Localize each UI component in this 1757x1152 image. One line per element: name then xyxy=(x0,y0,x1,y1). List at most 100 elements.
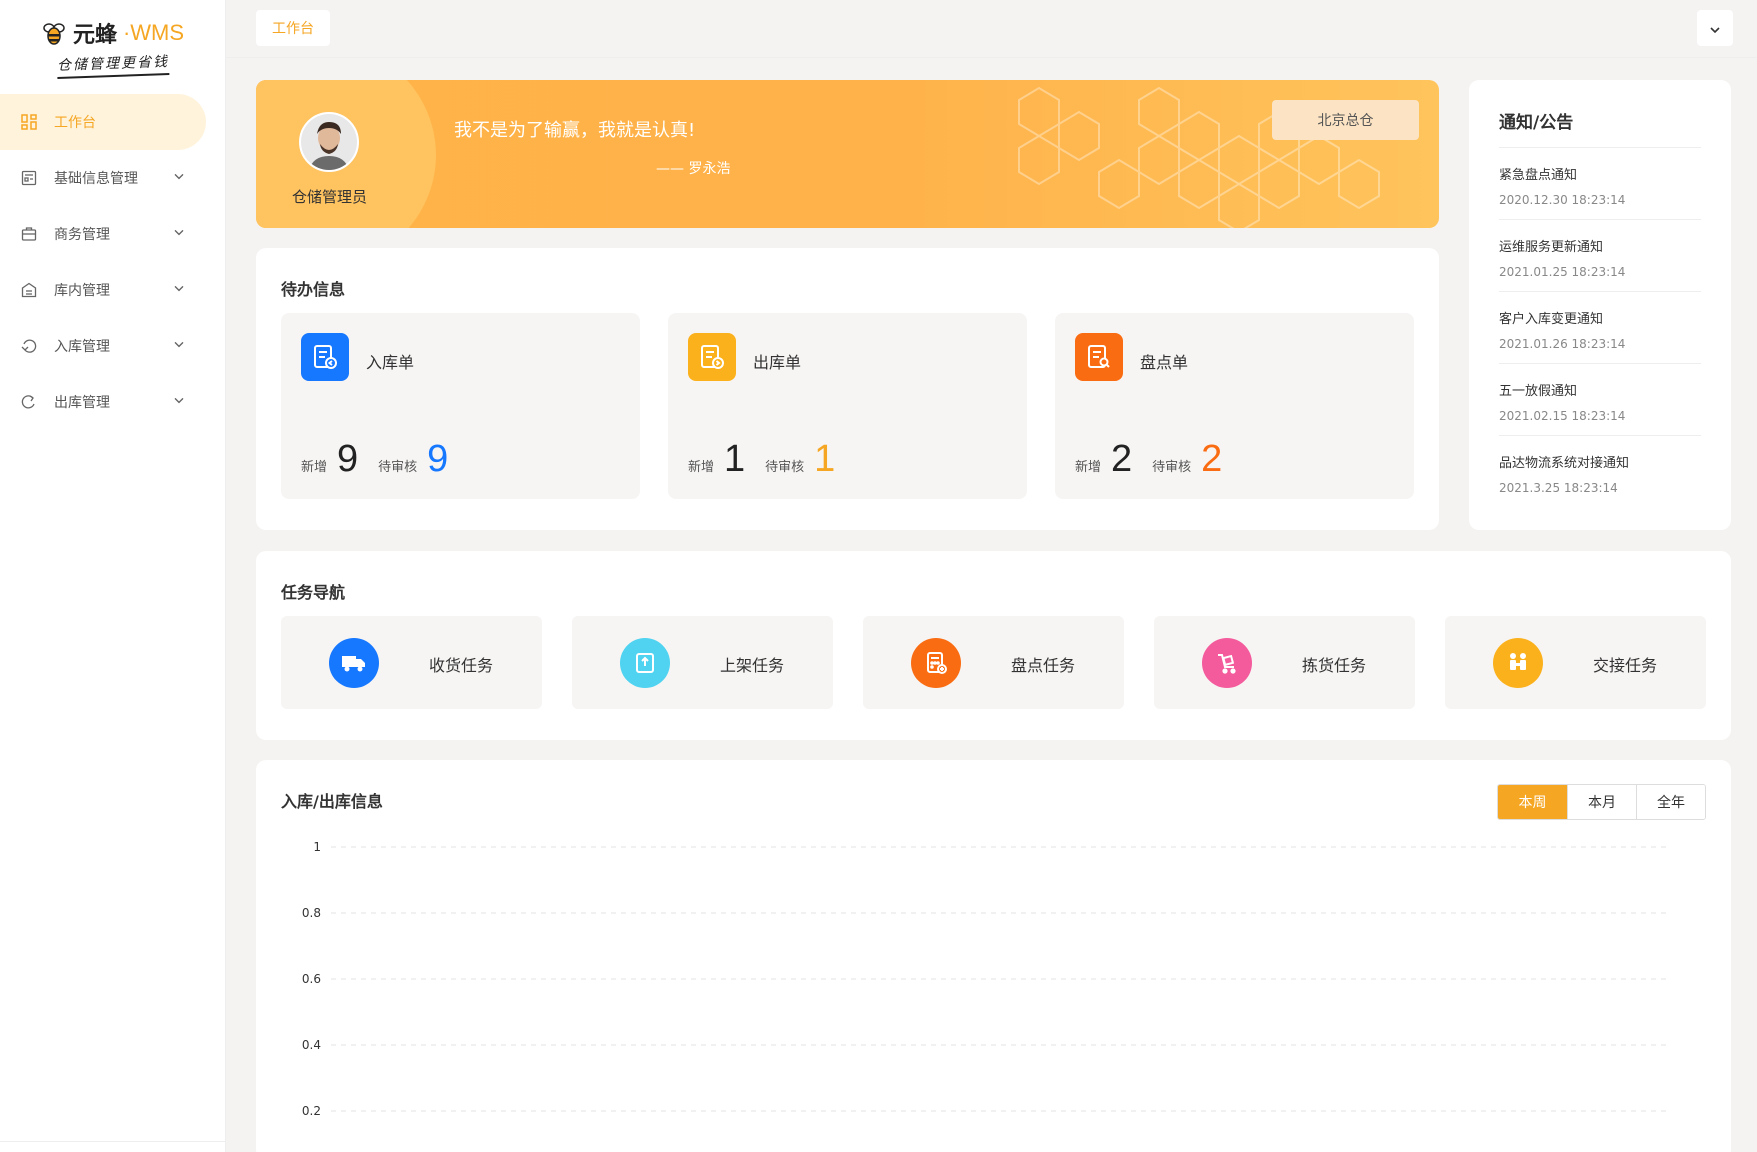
range-week-button[interactable]: 本周 xyxy=(1498,785,1567,819)
sidebar-item-label: 商务管理 xyxy=(54,227,110,243)
notice-item-time: 2021.3.25 18:23:14 xyxy=(1499,481,1618,495)
inbound-icon xyxy=(20,337,38,355)
warehouse-icon xyxy=(20,281,38,299)
y-tick-label: 0.4 xyxy=(302,1038,321,1052)
notice-item[interactable]: 品达物流系统对接通知 2021.3.25 18:23:14 xyxy=(1499,436,1701,507)
task-label: 上架任务 xyxy=(720,656,785,675)
sidebar-item-outbound[interactable]: 出库管理 xyxy=(0,374,225,430)
bee-logo-icon xyxy=(41,20,67,46)
task-label: 拣货任务 xyxy=(1302,656,1367,675)
new-label: 新增 xyxy=(688,460,715,475)
notice-item-title: 品达物流系统对接通知 xyxy=(1499,456,1630,471)
inout-title: 入库/出库信息 xyxy=(281,792,383,811)
task-nav-panel: 任务导航 收货任务 上架任务 盘点任务 拣货任务 交接任务 xyxy=(256,551,1731,740)
handover-icon xyxy=(1493,638,1543,688)
todo-title: 待办信息 xyxy=(281,280,346,299)
pending-label: 待审核 xyxy=(1152,460,1192,475)
sidebar-menu: 工作台 基础信息管理 商务管理 库内管理 入库管理 出库管理 xyxy=(0,94,225,430)
task-picking[interactable]: 拣货任务 xyxy=(1154,616,1415,709)
todo-panel: 待办信息 入库单 新增 9 待审核 9 出库单 新增 1 待审核 1 盘点单 新 xyxy=(256,248,1439,530)
notice-item-time: 2021.01.26 18:23:14 xyxy=(1499,337,1626,351)
dashboard-icon xyxy=(20,113,38,131)
notice-item-title: 运维服务更新通知 xyxy=(1499,240,1604,255)
outbound-icon xyxy=(20,393,38,411)
sidebar-item-basic-info[interactable]: 基础信息管理 xyxy=(0,150,225,206)
todo-card-stocktake[interactable]: 盘点单 新增 2 待审核 2 xyxy=(1055,313,1414,499)
notice-item[interactable]: 运维服务更新通知 2021.01.25 18:23:14 xyxy=(1499,220,1701,292)
inout-line-chart: 1 0.8 0.6 0.4 0.2 xyxy=(302,840,1671,1118)
truck-icon xyxy=(329,638,379,688)
task-label: 盘点任务 xyxy=(1011,656,1076,675)
y-tick-label: 0.8 xyxy=(302,906,321,920)
briefcase-icon xyxy=(20,225,38,243)
notice-item[interactable]: 五一放假通知 2021.02.15 18:23:14 xyxy=(1499,364,1701,436)
task-label: 收货任务 xyxy=(429,656,494,675)
brand-slogan: 仓储管理更省钱 xyxy=(56,51,169,79)
pending-label: 待审核 xyxy=(765,460,805,475)
task-nav-title: 任务导航 xyxy=(281,583,346,602)
sidebar-item-label: 出库管理 xyxy=(54,395,110,411)
range-month-button[interactable]: 本月 xyxy=(1567,785,1636,819)
new-count: 9 xyxy=(337,438,359,480)
notice-item-title: 紧急盘点通知 xyxy=(1499,168,1578,183)
todo-card-name: 出库单 xyxy=(753,353,802,372)
motto-text: 我不是为了输赢，我就是认真! xyxy=(454,120,696,141)
chevron-down-icon xyxy=(173,392,185,408)
notice-panel: 通知/公告 紧急盘点通知 2020.12.30 18:23:14 运维服务更新通… xyxy=(1469,80,1731,530)
sidebar-divider xyxy=(0,1141,225,1142)
tab-dashboard[interactable]: 工作台 xyxy=(256,10,330,46)
task-label: 交接任务 xyxy=(1593,656,1658,675)
pending-count: 2 xyxy=(1201,438,1223,480)
outbound-order-icon xyxy=(688,333,736,381)
chevron-down-icon xyxy=(173,336,185,352)
brand-name-cn: 元蜂 xyxy=(72,23,117,48)
task-stocktake[interactable]: 盘点任务 xyxy=(863,616,1124,709)
new-count: 1 xyxy=(724,438,746,480)
user-role: 仓储管理员 xyxy=(292,188,368,206)
task-shelving[interactable]: 上架任务 xyxy=(572,616,833,709)
inout-chart-panel: 入库/出库信息 本周 本月 全年 1 0.8 0.6 0.4 0.2 xyxy=(256,760,1731,1152)
chevron-down-icon xyxy=(1709,19,1721,38)
task-handover[interactable]: 交接任务 xyxy=(1445,616,1706,709)
todo-card-inbound[interactable]: 入库单 新增 9 待审核 9 xyxy=(281,313,640,499)
sidebar: 元蜂 ·WMS 仓储管理更省钱 工作台 基础信息管理 商务管理 库内管理 入库管… xyxy=(0,0,226,1152)
sidebar-item-business[interactable]: 商务管理 xyxy=(0,206,225,262)
motto-author: —— 罗永浩 xyxy=(656,161,731,177)
pending-label: 待审核 xyxy=(378,460,418,475)
notice-item[interactable]: 客户入库变更通知 2021.01.26 18:23:14 xyxy=(1499,292,1701,364)
range-year-button[interactable]: 全年 xyxy=(1636,785,1705,819)
todo-card-name: 入库单 xyxy=(366,353,415,372)
sidebar-item-label: 基础信息管理 xyxy=(54,171,138,187)
sidebar-item-label: 工作台 xyxy=(54,115,96,131)
stocktake-order-icon xyxy=(1075,333,1123,381)
info-icon xyxy=(20,169,38,187)
sidebar-item-label: 库内管理 xyxy=(54,283,110,299)
warehouse-select-button[interactable]: 北京总仓 xyxy=(1272,100,1419,140)
avatar[interactable] xyxy=(299,112,359,172)
notice-item-title: 客户入库变更通知 xyxy=(1499,312,1604,327)
notice-item-time: 2021.02.15 18:23:14 xyxy=(1499,409,1626,423)
chevron-down-icon xyxy=(173,168,185,184)
chevron-down-icon xyxy=(173,224,185,240)
topbar: 工作台 xyxy=(226,0,1757,58)
dropdown-toggle-button[interactable] xyxy=(1697,10,1733,46)
sidebar-item-inbound[interactable]: 入库管理 xyxy=(0,318,225,374)
sidebar-item-label: 入库管理 xyxy=(54,339,110,355)
todo-card-outbound[interactable]: 出库单 新增 1 待审核 1 xyxy=(668,313,1027,499)
sidebar-item-inventory[interactable]: 库内管理 xyxy=(0,262,225,318)
notice-item-time: 2021.01.25 18:23:14 xyxy=(1499,265,1626,279)
todo-card-name: 盘点单 xyxy=(1140,353,1189,372)
notice-item-time: 2020.12.30 18:23:14 xyxy=(1499,193,1626,207)
new-label: 新增 xyxy=(1075,460,1102,475)
new-count: 2 xyxy=(1111,438,1133,480)
pending-count: 9 xyxy=(427,438,449,480)
sidebar-item-dashboard[interactable]: 工作台 xyxy=(0,94,206,150)
shelf-icon xyxy=(620,638,670,688)
range-switch: 本周 本月 全年 xyxy=(1497,784,1706,820)
notice-title: 通知/公告 xyxy=(1499,108,1701,148)
y-tick-label: 1 xyxy=(313,840,321,854)
y-tick-label: 0.6 xyxy=(302,972,321,986)
welcome-banner: 仓储管理员 我不是为了输赢，我就是认真! —— 罗永浩 北京总仓 xyxy=(256,80,1439,228)
task-receiving[interactable]: 收货任务 xyxy=(281,616,542,709)
notice-item[interactable]: 紧急盘点通知 2020.12.30 18:23:14 xyxy=(1499,148,1701,220)
